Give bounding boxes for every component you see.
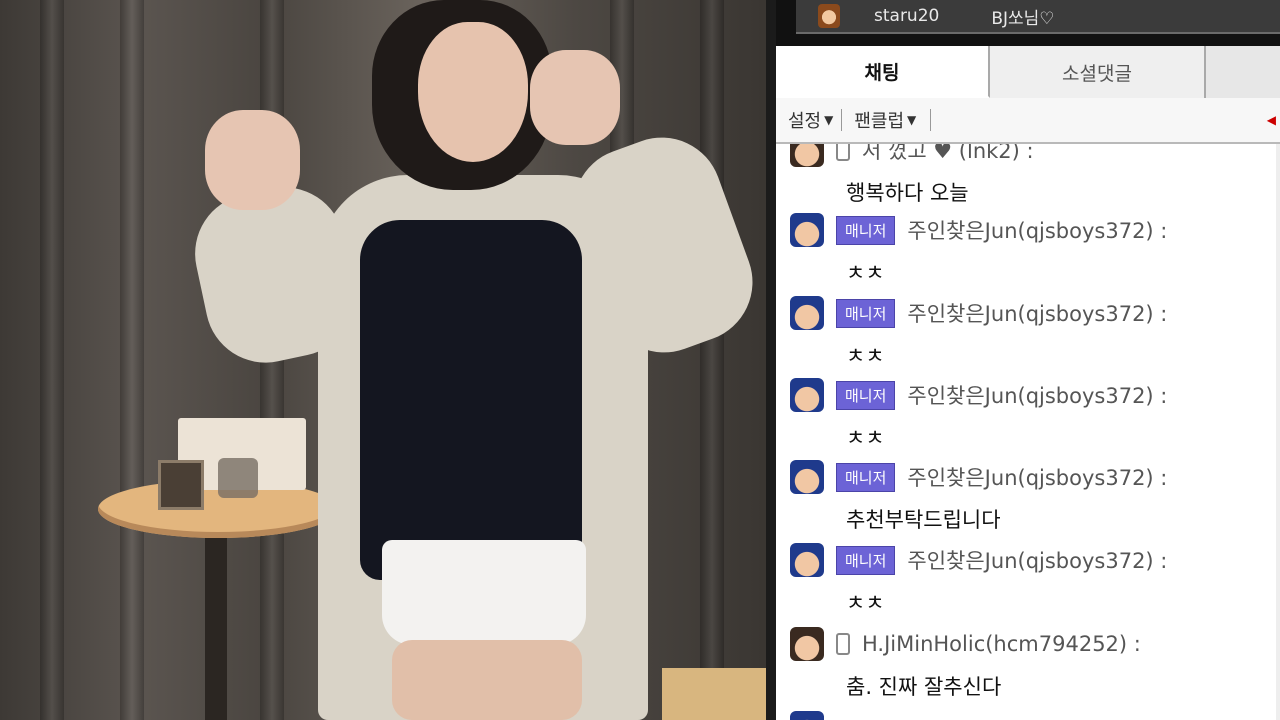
- chatter-avatar-icon: [790, 711, 824, 720]
- chat-message: 매니저 주인찾은Jun(qjsboys372) : ㅊㅊ: [776, 377, 1280, 461]
- chatter-avatar-icon: [790, 378, 824, 412]
- manager-badge: 매니저: [836, 215, 896, 245]
- chat-message: 매니저 주인찾은Jun(qjsboys372) : 추천부탁드립니다: [776, 459, 1280, 543]
- curtain-fold: [700, 0, 724, 720]
- streamer-legs: [392, 640, 582, 720]
- chat-message-text: ㅊㅊ: [846, 591, 885, 615]
- chatter-nickname[interactable]: 저 꼈고 ♥ (lnk2) :: [862, 144, 1034, 165]
- chatter-avatar-icon: [790, 627, 824, 661]
- arrow-left-icon[interactable]: ◀: [1267, 113, 1276, 127]
- chat-message: 매니저 주인찾은Jun(qjsboys372) : ㅊㅊ: [776, 212, 1280, 296]
- top-bar-text: BJ쏘님♡: [991, 8, 1055, 29]
- tab-more[interactable]: [1206, 46, 1280, 98]
- chat-message-text: 추천부탁드립니다: [846, 508, 1001, 532]
- chatter-nickname[interactable]: H.JiMinHolic(hcm794252) :: [862, 632, 1141, 656]
- streamer-face: [418, 22, 528, 162]
- chatter-nickname[interactable]: 주인찾은Jun(qjsboys372) :: [907, 462, 1167, 492]
- chatter-nickname[interactable]: 주인찾은Jun(qjsboys372) :: [907, 215, 1167, 245]
- settings-dropdown[interactable]: 설정 ▼: [776, 107, 841, 133]
- stool: [662, 668, 766, 720]
- streamer-top: [360, 220, 582, 580]
- chat-message-text: 춤. 진짜 잘추신다: [846, 675, 1002, 699]
- diffuser: [218, 458, 258, 498]
- photo-frame: [158, 460, 204, 510]
- video-stream[interactable]: [0, 0, 766, 720]
- chat-message: 저 꼈고 ♥ (lnk2) : 행복하다 오늘: [776, 144, 1280, 216]
- chatter-nickname[interactable]: 주인찾은Jun(qjsboys372) :: [907, 298, 1167, 328]
- curtain-fold: [120, 0, 144, 720]
- chat-scrollbar[interactable]: [1276, 144, 1280, 720]
- chevron-down-icon: ▼: [907, 113, 917, 127]
- chevron-down-icon: ▼: [824, 113, 834, 127]
- chat-toolbar: 설정 ▼ 팬클럽 ▼ ◀: [776, 98, 1280, 144]
- chat-message-text: ㅊㅊ: [846, 261, 885, 285]
- panel-tabs: 채팅 소셜댓글: [776, 46, 1280, 98]
- manager-badge: 매니저: [836, 462, 896, 492]
- chatter-avatar-icon: [790, 296, 824, 330]
- curtain-fold: [40, 0, 64, 720]
- top-username[interactable]: staru20: [874, 6, 939, 26]
- chat-list[interactable]: 저 꼈고 ♥ (lnk2) : 행복하다 오늘 매니저 주인찾은Jun(qjsb…: [776, 144, 1280, 720]
- chatter-avatar-icon: [790, 144, 824, 167]
- chat-message: 매니저 주인찾은Jun(qjsboys372) : ㅊㅊ: [776, 295, 1280, 379]
- chat-message-text: ㅊㅊ: [846, 344, 885, 368]
- toolbar-divider: [930, 109, 932, 131]
- user-avatar-icon: [818, 4, 840, 28]
- streamer-hand: [530, 50, 620, 145]
- top-user-bar: staru20 BJ쏘님♡: [796, 0, 1280, 34]
- streamer-shorts: [382, 540, 586, 645]
- chatter-avatar-icon: [790, 543, 824, 577]
- manager-badge: 매니저: [836, 380, 896, 410]
- chat-message: H.JiMinHolic(hcm794252) : 춤. 진짜 잘추신다: [776, 626, 1280, 710]
- chat-panel: staru20 BJ쏘님♡ 채팅 소셜댓글 설정 ▼ 팬클럽 ▼ ◀ 저 꼈고 …: [766, 0, 1280, 720]
- chatter-nickname[interactable]: 주인찾은Jun(qjsboys372) :: [907, 545, 1167, 575]
- tab-chat[interactable]: 채팅: [776, 46, 990, 98]
- chat-message-text: 행복하다 오늘: [846, 181, 969, 205]
- chat-message: 매니저 주인찾은Jun(qjsboys372) : ㅊㅊ: [776, 542, 1280, 626]
- chat-message: [776, 710, 1280, 720]
- streamer-hand: [205, 110, 300, 210]
- settings-label: 설정: [788, 111, 822, 132]
- mobile-icon: [836, 144, 850, 161]
- chat-message-text: ㅊㅊ: [846, 426, 885, 450]
- mobile-icon: [836, 633, 850, 655]
- chatter-nickname[interactable]: 주인찾은Jun(qjsboys372) :: [907, 380, 1167, 410]
- chatter-avatar-icon: [790, 460, 824, 494]
- manager-badge: 매니저: [836, 298, 896, 328]
- manager-badge: 매니저: [836, 545, 896, 575]
- side-table-leg: [205, 530, 227, 720]
- fanclub-label: 팬클럽: [854, 111, 905, 132]
- chatter-avatar-icon: [790, 213, 824, 247]
- fanclub-dropdown[interactable]: 팬클럽 ▼: [842, 107, 924, 133]
- tab-social-comments[interactable]: 소셜댓글: [990, 46, 1206, 98]
